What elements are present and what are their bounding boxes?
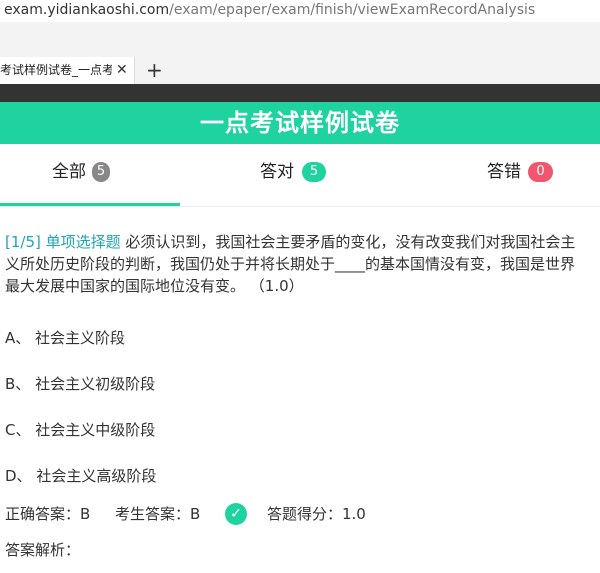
url-path: /exam/epaper/exam/finish/viewExamRecordA… — [169, 2, 536, 18]
tab-wrong[interactable]: 答错 0 — [0, 144, 600, 206]
option-d: D、 社会主义高级阶段 — [5, 465, 156, 487]
new-tab-icon[interactable]: + — [146, 59, 163, 81]
filter-tabs: 全部 5 答对 5 答错 0 — [0, 144, 600, 207]
url-text[interactable]: exam.yidiankaoshi.com/exam/epaper/exam/f… — [4, 0, 535, 20]
question-index: [1/5] — [5, 233, 41, 251]
option-d-text: 社会主义高级阶段 — [36, 467, 157, 485]
browser-tab-title: 考试样例试卷_一点考试 — [0, 63, 112, 77]
exam-header: 一点考试样例试卷 — [0, 102, 600, 144]
option-d-key: D、 — [5, 467, 32, 485]
browser-tab[interactable]: 考试样例试卷_一点考试 ✕ — [0, 57, 135, 85]
close-tab-icon[interactable]: ✕ — [116, 61, 128, 79]
option-a-text: 社会主义阶段 — [35, 329, 126, 347]
tab-wrong-label: 答错 — [487, 162, 521, 182]
page-top-bar — [0, 84, 600, 102]
tab-wrong-count-badge: 0 — [528, 162, 553, 182]
option-c-text: 社会主义中级阶段 — [35, 421, 156, 439]
question-stem-1: 必须认识到，我国社会主要矛盾的变化，没有改变我们对我国社会主 — [120, 233, 576, 251]
question-score: 答题得分：1.0 — [267, 505, 366, 523]
tab-strip: 考试样例试卷_一点考试 ✕ + — [0, 22, 600, 85]
option-b-key: B、 — [5, 375, 31, 393]
question-stem-3: 最大发展中国家的国际地位没有变。 （1.0） — [5, 277, 304, 295]
option-a-key: A、 — [5, 329, 31, 347]
option-b-text: 社会主义初级阶段 — [35, 375, 156, 393]
question-text: [1/5] 单项选择题 必须认识到，我国社会主要矛盾的变化，没有改变我们对我国社… — [5, 231, 600, 297]
question-type: 单项选择题 — [45, 233, 121, 251]
url-domain: exam.yidiankaoshi.com — [4, 2, 170, 18]
page-title: 一点考试样例试卷 — [200, 109, 400, 137]
option-a: A、 社会主义阶段 — [5, 327, 125, 349]
address-bar[interactable]: exam.yidiankaoshi.com/exam/epaper/exam/f… — [0, 0, 600, 23]
option-c-key: C、 — [5, 421, 31, 439]
correct-answer: 正确答案：B — [5, 505, 91, 523]
option-c: C、 社会主义中级阶段 — [5, 419, 155, 441]
check-circle-icon: ✓ — [225, 503, 247, 525]
question-stem-2: 义所处历史阶段的判断，我国仍处于并将长期处于____的基本国情没有变，我国是世界 — [5, 255, 576, 273]
question-line-1: [1/5] 单项选择题 必须认识到，我国社会主要矛盾的变化，没有改变我们对我国社… — [5, 231, 600, 253]
answer-analysis-label: 答案解析： — [5, 541, 81, 559]
student-answer: 考生答案：B — [115, 505, 201, 523]
option-b: B、 社会主义初级阶段 — [5, 373, 155, 395]
